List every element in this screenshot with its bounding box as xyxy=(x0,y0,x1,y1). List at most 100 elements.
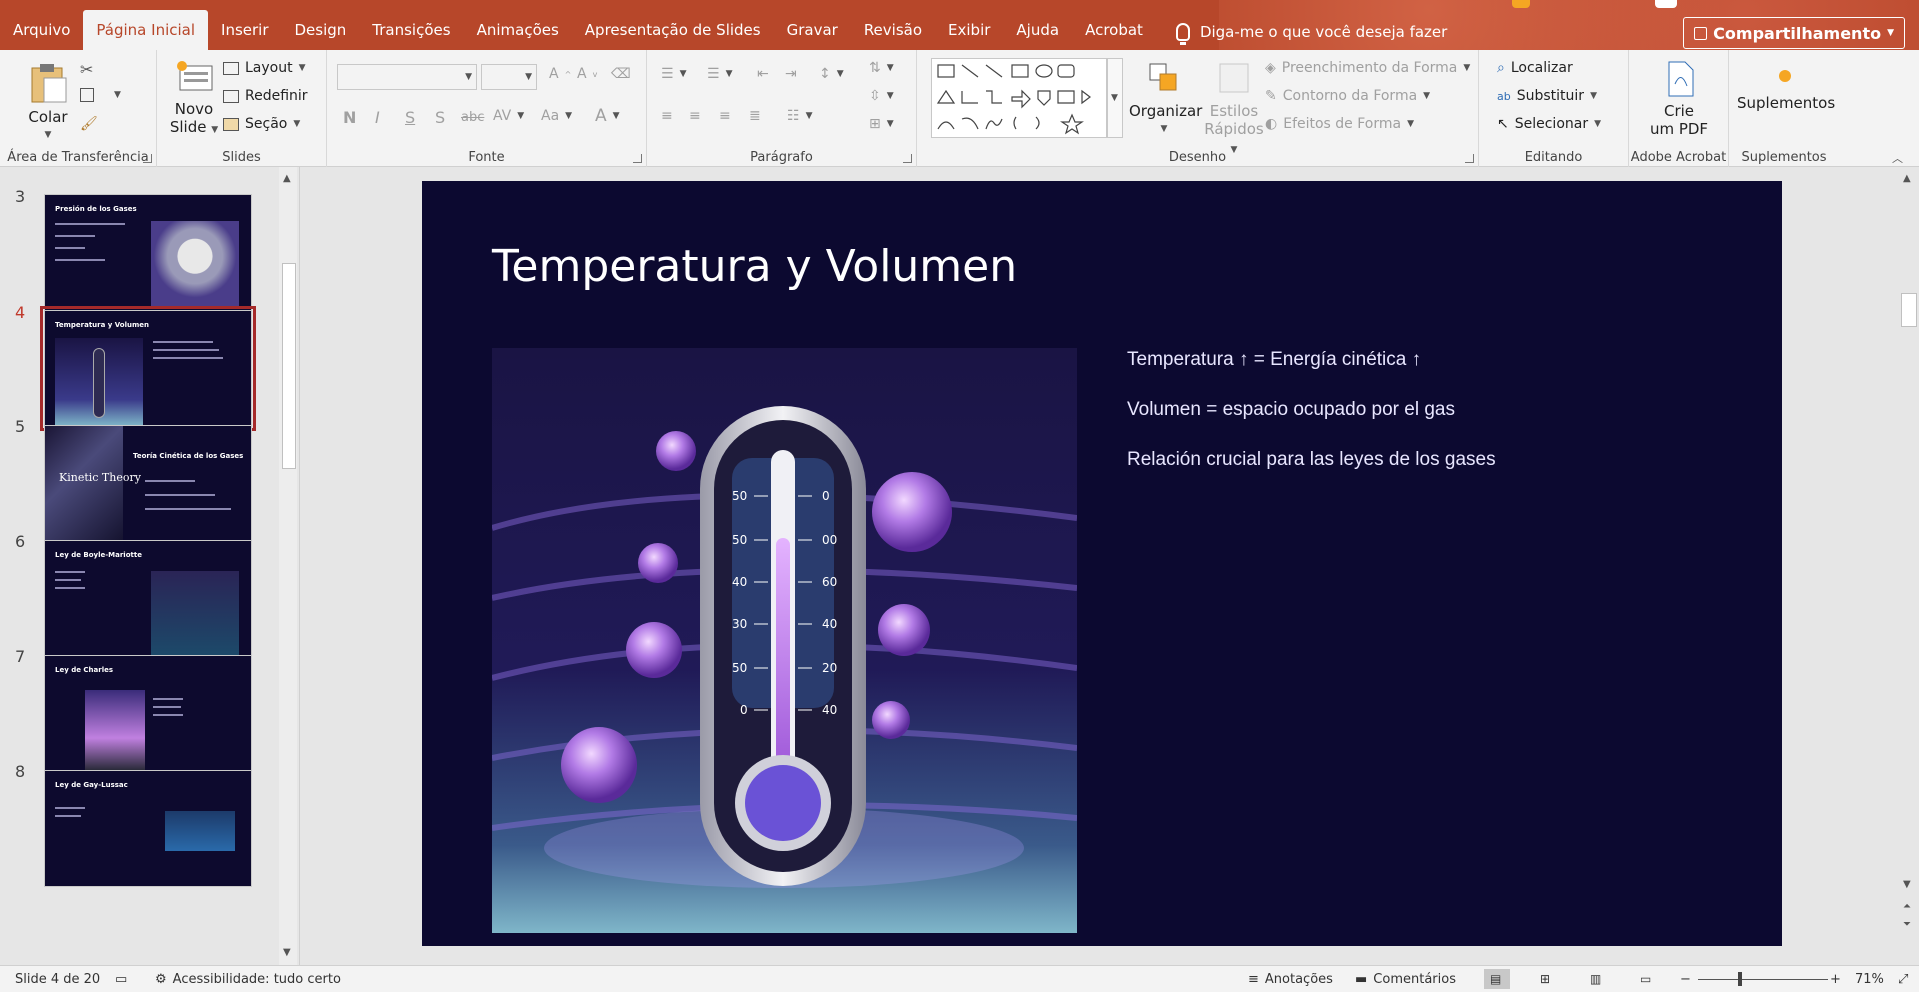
tab-apresentacao[interactable]: Apresentação de Slides xyxy=(572,14,774,50)
current-slide[interactable]: Temperatura y Volumen 50 50 40 30 50 0 0… xyxy=(422,181,1782,946)
slide-thumbnail-6[interactable]: Ley de Boyle-Mariotte xyxy=(44,540,252,657)
bullets-button[interactable]: ☰ ▼ xyxy=(661,66,686,82)
scrollbar-thumb[interactable] xyxy=(1901,293,1917,327)
font-color-button[interactable]: A ▼ xyxy=(595,106,620,126)
slide-thumbnail-8[interactable]: Ley de Gay-Lussac xyxy=(44,770,252,887)
tab-arquivo[interactable]: Arquivo xyxy=(0,14,83,50)
align-center-button[interactable]: ≡ xyxy=(689,108,701,124)
dialog-launcher-icon[interactable] xyxy=(633,154,642,163)
create-pdf-button[interactable]: Crie um PDF xyxy=(1639,60,1719,138)
cut-button[interactable]: ✂ xyxy=(80,60,93,79)
next-slide-icon[interactable]: ⏷ xyxy=(1903,919,1911,930)
fit-slide-icon[interactable]: ⤢ xyxy=(1898,972,1908,987)
align-left-button[interactable]: ≡ xyxy=(661,108,673,124)
accessibility-button[interactable]: ⚙ Acessibilidade: tudo certo xyxy=(155,972,341,987)
dialog-launcher-icon[interactable] xyxy=(143,154,152,163)
arrange-button[interactable]: Organizar ▼ xyxy=(1129,60,1202,138)
slideshow-button[interactable]: ▭ xyxy=(1634,969,1660,989)
zoom-slider[interactable] xyxy=(1698,979,1828,980)
notes-button[interactable]: ≡ Anotações xyxy=(1248,972,1333,987)
scroll-up-icon[interactable]: ▲ xyxy=(283,173,291,184)
comments-button[interactable]: ▬ Comentários xyxy=(1355,972,1456,987)
increase-font-button[interactable]: A ^ xyxy=(549,66,571,82)
shapes-gallery[interactable] xyxy=(931,58,1107,138)
tab-revisao[interactable]: Revisão xyxy=(851,14,935,50)
tab-pagina-inicial[interactable]: Página Inicial xyxy=(83,10,209,50)
thermometer-image[interactable]: 50 50 40 30 50 0 0 00 60 40 20 40 xyxy=(492,348,1077,933)
tab-transicoes[interactable]: Transições xyxy=(359,14,463,50)
decrease-font-button[interactable]: Av xyxy=(577,66,597,82)
increase-indent-button[interactable]: ⇥ xyxy=(785,66,797,82)
numbering-icon: ☰ xyxy=(707,66,720,82)
smartart-button[interactable]: ⊞ ▼ xyxy=(869,116,894,132)
shapes-gallery-more[interactable]: ▼ xyxy=(1107,58,1123,138)
tab-ajuda[interactable]: Ajuda xyxy=(1003,14,1072,50)
columns-button[interactable]: ☷ ▼ xyxy=(787,108,812,124)
font-size-combobox[interactable]: ▼ xyxy=(481,64,537,90)
shape-outline-button[interactable]: ✎ Contorno da Forma ▼ xyxy=(1265,88,1430,104)
replace-button[interactable]: ab Substituir ▼ xyxy=(1497,88,1597,104)
scrollbar-thumb[interactable] xyxy=(282,263,296,469)
reset-button[interactable]: Redefinir xyxy=(223,88,308,104)
zoom-in-button[interactable]: + xyxy=(1830,972,1841,987)
char-spacing-button[interactable]: AV ▼ xyxy=(493,108,524,124)
zoom-out-button[interactable]: − xyxy=(1680,972,1691,987)
slide-sorter-button[interactable]: ⊞ xyxy=(1534,969,1560,989)
slide-thumbnail-3[interactable]: Presión de los Gases xyxy=(44,194,252,311)
shape-fill-button[interactable]: ◈ Preenchimento da Forma ▼ xyxy=(1265,60,1470,76)
shadow-button[interactable]: S xyxy=(435,108,445,127)
slide-thumbnail-7[interactable]: Ley de Charles xyxy=(44,655,252,772)
align-right-button[interactable]: ≡ xyxy=(719,108,731,124)
new-slide-button[interactable]: Novo Slide ▼ xyxy=(163,60,225,139)
collapse-ribbon-icon[interactable]: ︿ xyxy=(1892,150,1903,166)
line-spacing-button[interactable]: ↕ ▼ xyxy=(819,66,844,82)
previous-slide-icon[interactable]: ⏶ xyxy=(1903,901,1911,912)
slide-thumbnail-5[interactable]: Kinetic Theory Teoría Cinética de los Ga… xyxy=(44,425,252,542)
scroll-down-icon[interactable]: ▼ xyxy=(1903,879,1911,890)
reading-view-button[interactable]: ▥ xyxy=(1584,969,1610,989)
format-painter-button[interactable]: 🖌 xyxy=(80,116,98,132)
tab-animacoes[interactable]: Animações xyxy=(464,14,572,50)
slide-bullets[interactable]: Temperatura ↑ = Energía cinética ↑ Volum… xyxy=(1127,349,1496,499)
tab-design[interactable]: Design xyxy=(282,14,360,50)
tab-acrobat[interactable]: Acrobat xyxy=(1072,14,1156,50)
slide-title[interactable]: Temperatura y Volumen xyxy=(492,241,1017,292)
paste-button[interactable]: Colar ▼ xyxy=(22,60,74,144)
layout-button[interactable]: Layout ▼ xyxy=(223,60,306,76)
dialog-launcher-icon[interactable] xyxy=(1465,154,1474,163)
copy-button[interactable]: ▼ xyxy=(80,88,121,102)
section-button[interactable]: Seção ▼ xyxy=(223,116,300,132)
editor-vertical-scrollbar[interactable]: ▲ ▼ ⏶ ⏷ xyxy=(1873,167,1919,965)
numbering-button[interactable]: ☰ ▼ xyxy=(707,66,732,82)
justify-button[interactable]: ≣ xyxy=(749,108,761,124)
scroll-up-icon[interactable]: ▲ xyxy=(1903,173,1911,184)
share-button[interactable]: Compartilhamento ▼ xyxy=(1683,17,1905,49)
shape-effects-button[interactable]: ◐ Efeitos de Forma ▼ xyxy=(1265,116,1414,132)
align-text-button[interactable]: ⇳ ▼ xyxy=(869,88,894,104)
change-case-button[interactable]: Aa ▼ xyxy=(541,108,572,124)
normal-view-button[interactable]: ▤ xyxy=(1484,969,1510,989)
tab-exibir[interactable]: Exibir xyxy=(935,14,1003,50)
quick-styles-button[interactable]: Estilos Rápidos ▼ xyxy=(1201,60,1267,159)
spell-check-icon[interactable]: ▭ xyxy=(115,972,127,987)
thumbnails-scrollbar[interactable] xyxy=(279,167,297,965)
zoom-slider-thumb[interactable] xyxy=(1738,972,1742,986)
tab-gravar[interactable]: Gravar xyxy=(774,14,851,50)
clear-format-icon[interactable]: ⌫ xyxy=(611,66,631,82)
slide-thumbnail-4[interactable]: Temperatura y Volumen xyxy=(40,306,256,431)
italic-button[interactable]: I xyxy=(375,108,380,127)
underline-button[interactable]: S xyxy=(405,108,415,127)
select-button[interactable]: ↖ Selecionar ▼ xyxy=(1497,116,1601,132)
tell-me-search[interactable]: Diga-me o que você deseja fazer xyxy=(1156,14,1460,50)
text-direction-button[interactable]: ⇅ ▼ xyxy=(869,60,894,76)
tab-inserir[interactable]: Inserir xyxy=(208,14,281,50)
decrease-indent-button[interactable]: ⇤ xyxy=(757,66,769,82)
addins-button[interactable]: Suplementos xyxy=(1737,60,1835,112)
font-name-combobox[interactable]: ▼ xyxy=(337,64,477,90)
zoom-level[interactable]: 71% xyxy=(1855,972,1884,987)
bold-button[interactable]: N xyxy=(343,108,356,127)
scroll-down-icon[interactable]: ▼ xyxy=(283,947,291,958)
strikethrough-button[interactable]: abc xyxy=(461,110,484,125)
dialog-launcher-icon[interactable] xyxy=(903,154,912,163)
find-button[interactable]: ⌕ Localizar xyxy=(1497,60,1573,76)
